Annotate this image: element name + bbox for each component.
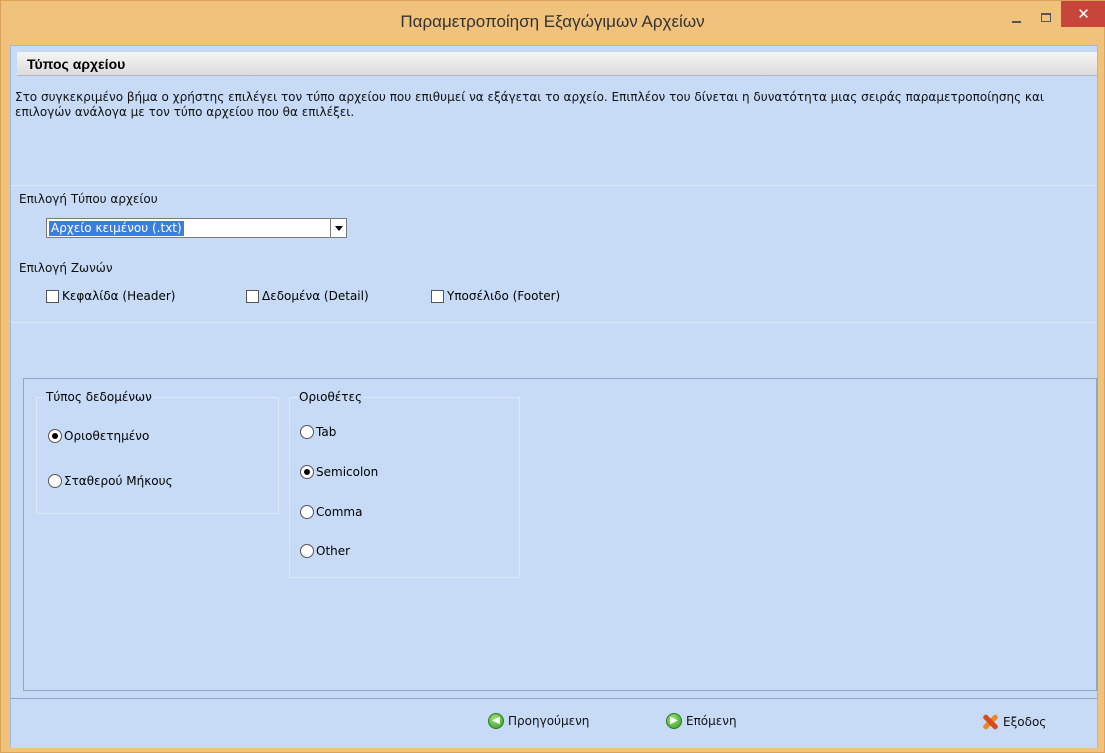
exit-icon bbox=[981, 713, 999, 731]
radio-button[interactable] bbox=[48, 474, 62, 488]
checkbox-box[interactable] bbox=[46, 289, 59, 303]
file-type-panel bbox=[11, 185, 1097, 380]
radio-fixed-length[interactable]: Σταθερού Μήκους bbox=[48, 474, 173, 488]
footer-bar: ◀ Προηγούμενη ▶ Επόμενη Εξοδος bbox=[11, 698, 1097, 748]
radio-button[interactable] bbox=[48, 429, 62, 443]
file-type-label: Επιλογή Τύπου αρχείου bbox=[19, 192, 158, 206]
window-title: Παραμετροποίηση Εξαγώγιμων Αρχείων bbox=[400, 12, 705, 31]
data-type-group: Τύπος δεδομένων bbox=[36, 390, 279, 514]
checkbox-header[interactable]: Κεφαλίδα (Header) bbox=[46, 289, 175, 303]
file-type-selected: Αρχείο κειμένου (.txt) bbox=[48, 220, 185, 237]
next-button[interactable]: ▶ Επόμενη bbox=[666, 713, 737, 729]
minimize-button[interactable] bbox=[1002, 3, 1030, 32]
maximize-icon bbox=[1041, 13, 1051, 22]
chevron-down-icon bbox=[334, 225, 343, 231]
exit-button[interactable]: Εξοδος bbox=[981, 713, 1046, 731]
next-label: Επόμενη bbox=[686, 714, 737, 728]
checkbox-label: Υποσέλιδο (Footer) bbox=[447, 289, 561, 303]
delimiters-title: Οριοθέτες bbox=[298, 390, 364, 404]
section-title: Τύπος αρχείου bbox=[27, 56, 126, 72]
title-bar[interactable]: Παραμετροποίηση Εξαγώγιμων Αρχείων ✕ bbox=[1, 1, 1105, 45]
radio-button[interactable] bbox=[300, 544, 314, 558]
radio-label: Comma bbox=[316, 505, 363, 519]
checkbox-label: Δεδομένα (Detail) bbox=[262, 289, 369, 303]
section-header bbox=[17, 52, 1097, 76]
minimize-icon bbox=[1011, 20, 1021, 23]
zones-label: Επιλογή Ζωνών bbox=[19, 261, 113, 275]
close-button[interactable]: ✕ bbox=[1061, 1, 1105, 27]
checkbox-box[interactable] bbox=[246, 289, 259, 303]
previous-label: Προηγούμενη bbox=[508, 714, 590, 728]
previous-button[interactable]: ◀ Προηγούμενη bbox=[488, 713, 589, 729]
step-description: Στο συγκεκριμένο βήμα ο χρήστης επιλέγει… bbox=[15, 90, 1044, 119]
close-icon: ✕ bbox=[1077, 5, 1090, 23]
dropdown-button[interactable] bbox=[330, 219, 346, 237]
radio-label: Σταθερού Μήκους bbox=[64, 474, 173, 488]
client-area: Τύπος αρχείου Στο συγκεκριμένο βήμα ο χρ… bbox=[10, 45, 1098, 748]
radio-tab[interactable]: Tab bbox=[300, 425, 336, 439]
checkbox-footer[interactable]: Υποσέλιδο (Footer) bbox=[431, 289, 560, 303]
radio-label: Semicolon bbox=[316, 465, 379, 479]
radio-delimited[interactable]: Οριοθετημένο bbox=[48, 429, 149, 443]
arrow-right-icon: ▶ bbox=[666, 713, 682, 729]
radio-button[interactable] bbox=[300, 505, 314, 519]
checkbox-label: Κεφαλίδα (Header) bbox=[62, 289, 176, 303]
radio-semicolon[interactable]: Semicolon bbox=[300, 465, 378, 479]
radio-comma[interactable]: Comma bbox=[300, 505, 362, 519]
dialog-window: Παραμετροποίηση Εξαγώγιμων Αρχείων ✕ Τύπ… bbox=[0, 0, 1105, 753]
radio-label: Tab bbox=[316, 425, 337, 439]
checkbox-detail[interactable]: Δεδομένα (Detail) bbox=[246, 289, 369, 303]
exit-label: Εξοδος bbox=[1003, 715, 1047, 729]
radio-other[interactable]: Other bbox=[300, 544, 350, 558]
radio-label: Οριοθετημένο bbox=[64, 429, 150, 443]
maximize-button[interactable] bbox=[1032, 3, 1060, 32]
radio-button[interactable] bbox=[300, 465, 314, 479]
file-type-dropdown[interactable]: Αρχείο κειμένου (.txt) bbox=[46, 218, 347, 238]
radio-label: Other bbox=[316, 544, 351, 558]
data-type-title: Τύπος δεδομένων bbox=[45, 390, 153, 404]
radio-button[interactable] bbox=[300, 425, 314, 439]
arrow-left-icon: ◀ bbox=[488, 713, 504, 729]
checkbox-box[interactable] bbox=[431, 289, 444, 303]
divider bbox=[11, 322, 1097, 323]
options-panel: Τύπος δεδομένων Οριοθετημένο Σταθερού Μή… bbox=[23, 378, 1098, 691]
